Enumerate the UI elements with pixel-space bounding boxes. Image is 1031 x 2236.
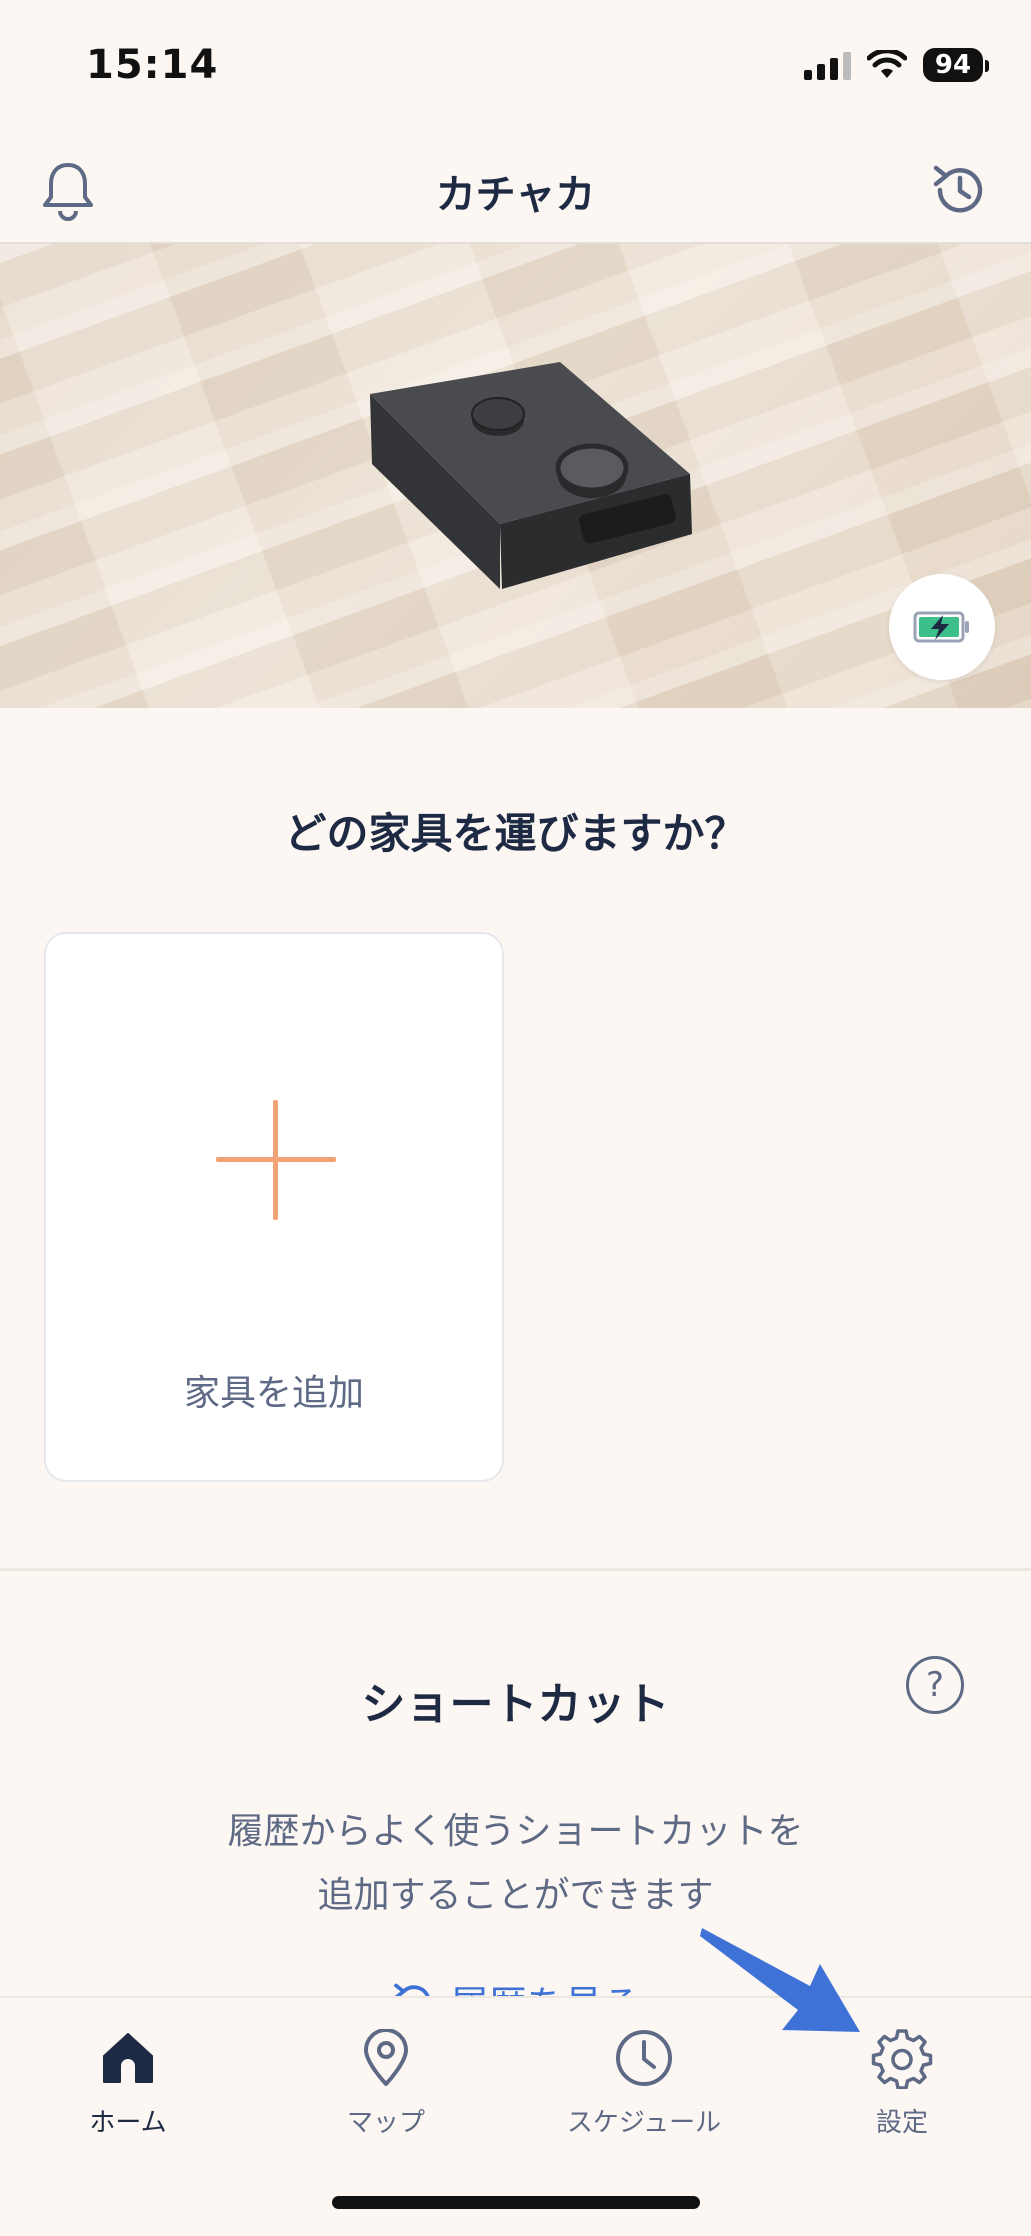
status-bar: 15:14 94 [0, 0, 1031, 130]
tab-map[interactable]: マップ [286, 2022, 486, 2139]
shortcut-description-line2: 追加することができます [317, 1875, 714, 1916]
wifi-icon [867, 50, 907, 78]
robot-image [370, 362, 692, 589]
page-title: カチャカ [435, 172, 596, 218]
plus-icon [216, 1100, 336, 1220]
tab-schedule-label: スケジュール [566, 2108, 722, 2138]
tab-home-label: ホーム [89, 2108, 167, 2138]
furniture-question: どの家具を運びますか？ [284, 809, 747, 858]
help-button[interactable]: ? [906, 1656, 964, 1714]
status-icons: 94 [804, 48, 989, 82]
shortcut-title: ショートカット [361, 1679, 670, 1730]
add-furniture-card[interactable]: 家具を追加 [44, 932, 504, 1482]
home-icon [103, 2033, 153, 2083]
app-header: カチャカ [0, 130, 1031, 244]
add-furniture-label: 家具を追加 [183, 1373, 364, 1414]
shortcut-description: 履歴からよく使うショートカットを 追加することができます [0, 1800, 1031, 1928]
battery-level: 94 [923, 48, 989, 82]
history-button[interactable] [922, 152, 998, 228]
question-mark-icon: ? [925, 1665, 945, 1705]
tab-settings-label: 設定 [875, 2108, 928, 2138]
annotation-arrow-icon [700, 1928, 860, 2032]
cellular-signal-icon [804, 50, 851, 80]
tab-map-label: マップ [346, 2108, 425, 2138]
shortcut-description-line1: 履歴からよく使うショートカットを [227, 1811, 804, 1852]
section-divider [0, 1568, 1031, 1571]
charging-battery-icon [913, 611, 969, 643]
home-indicator [332, 2196, 700, 2209]
robot-hero-image [0, 244, 1031, 708]
status-time: 15:14 [86, 42, 219, 88]
gear-icon [871, 2029, 933, 2089]
battery-status-badge[interactable] [889, 574, 995, 680]
tab-home[interactable]: ホーム [28, 2022, 228, 2139]
clock-icon [616, 2030, 672, 2086]
history-icon [933, 165, 983, 213]
map-pin-icon [364, 2029, 408, 2086]
